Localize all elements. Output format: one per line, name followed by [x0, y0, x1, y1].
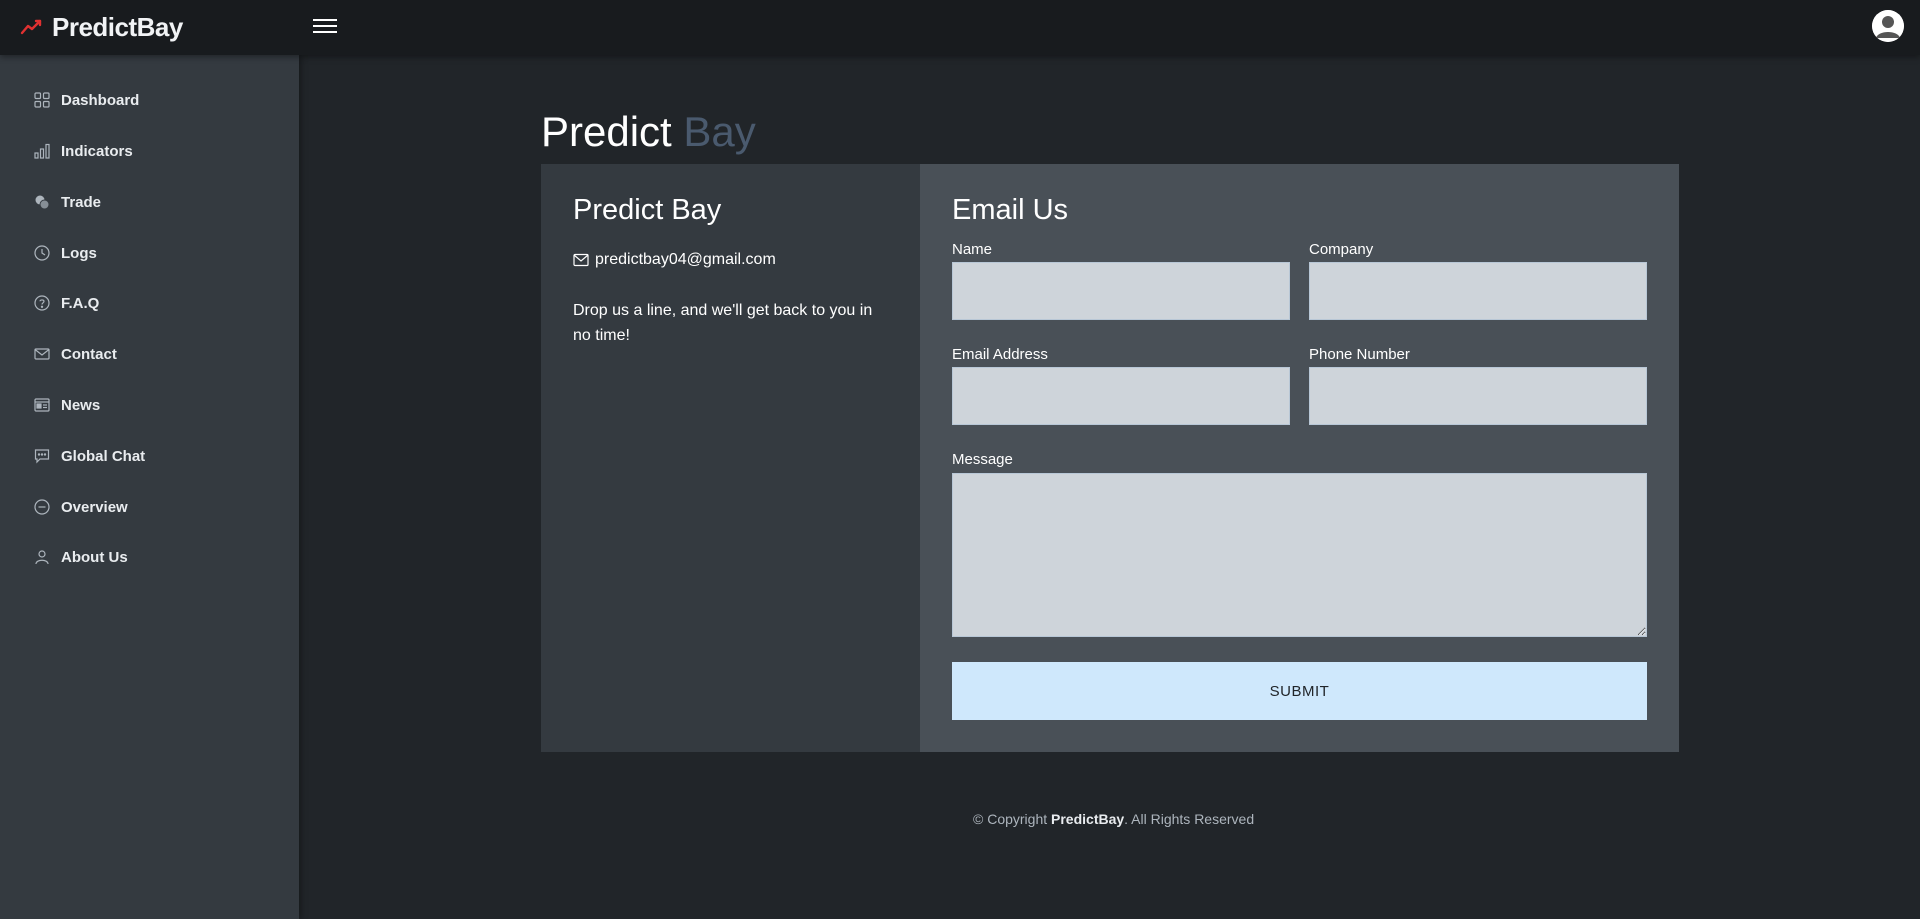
envelope-icon [33, 345, 51, 363]
message-textarea[interactable] [952, 473, 1647, 637]
sidebar-item-label: News [61, 396, 101, 414]
person-icon [33, 548, 51, 566]
sidebar-item-label: Indicators [61, 142, 133, 160]
email-form-card: Email Us Name Company Email Address Phon… [920, 164, 1679, 752]
company-label: Company [1309, 241, 1374, 258]
sidebar-item-dashboard[interactable]: Dashboard [33, 88, 139, 112]
name-label: Name [952, 241, 993, 258]
sidebar-item-logs[interactable]: Logs [33, 241, 97, 265]
footer-copyright: © Copyright PredictBay. All Rights Reser… [973, 811, 1254, 827]
sidebar-item-overview[interactable]: Overview [33, 495, 128, 519]
sidebar: Dashboard Indicators Trade Logs F.A.Q Co… [0, 55, 299, 919]
sidebar-item-label: Contact [61, 345, 117, 363]
sidebar-item-label: F.A.Q [61, 294, 100, 312]
sidebar-item-trade[interactable]: Trade [33, 190, 101, 214]
sidebar-item-label: Global Chat [61, 447, 146, 465]
contact-description: Drop us a line, and we'll get back to yo… [573, 302, 873, 344]
email-input[interactable] [952, 367, 1290, 425]
sidebar-item-label: Overview [61, 498, 128, 516]
contact-info-card: Predict Bay predictbay04@gmail.com Drop … [541, 164, 920, 752]
sidebar-item-global-chat[interactable]: Global Chat [33, 444, 145, 468]
message-label: Message [952, 451, 1013, 468]
company-input[interactable] [1309, 262, 1647, 320]
name-input[interactable] [952, 262, 1290, 320]
chat-icon [33, 447, 51, 465]
form-title: Email Us [952, 194, 1069, 226]
contact-info-title: Predict Bay [573, 194, 722, 226]
coins-icon [33, 193, 51, 211]
top-navbar: PredictBay [0, 0, 1920, 55]
contact-email-text: predictbay04@gmail.com [595, 251, 776, 268]
sidebar-item-faq[interactable]: F.A.Q [33, 291, 99, 315]
user-avatar-icon[interactable] [1872, 10, 1904, 42]
clock-icon [33, 244, 51, 262]
phone-input[interactable] [1309, 367, 1647, 425]
sidebar-item-news[interactable]: News [33, 393, 100, 417]
envelope-icon [573, 253, 589, 267]
footer-prefix: © Copyright [973, 811, 1052, 827]
email-label: Email Address [952, 346, 1048, 363]
sidebar-item-label: Trade [61, 193, 102, 211]
dash-circle-icon [33, 498, 51, 516]
bar-chart-icon [33, 142, 51, 160]
phone-label: Phone Number [1309, 346, 1410, 363]
submit-button[interactable]: SUBMIT [952, 662, 1647, 720]
sidebar-item-contact[interactable]: Contact [33, 342, 117, 366]
sidebar-item-about-us[interactable]: About Us [33, 545, 128, 569]
brand-logo[interactable]: PredictBay [20, 10, 183, 44]
question-circle-icon [33, 294, 51, 312]
grid-icon [33, 91, 51, 109]
page-title-main: Predict [541, 108, 672, 155]
footer-brand: PredictBay [1051, 811, 1125, 827]
page-title-accent: Bay [683, 108, 756, 155]
sidebar-item-label: Logs [61, 244, 97, 262]
hamburger-menu-icon[interactable] [311, 15, 339, 39]
page-title: Predict Bay [541, 104, 756, 160]
newspaper-icon [33, 396, 51, 414]
sidebar-item-label: About Us [61, 548, 128, 566]
contact-email[interactable]: predictbay04@gmail.com [573, 251, 776, 269]
sidebar-item-label: Dashboard [61, 91, 140, 109]
footer-suffix: . All Rights Reserved [1124, 811, 1255, 827]
brand-name: PredictBay [52, 11, 183, 42]
trend-line-icon [20, 19, 42, 35]
sidebar-item-indicators[interactable]: Indicators [33, 139, 133, 163]
